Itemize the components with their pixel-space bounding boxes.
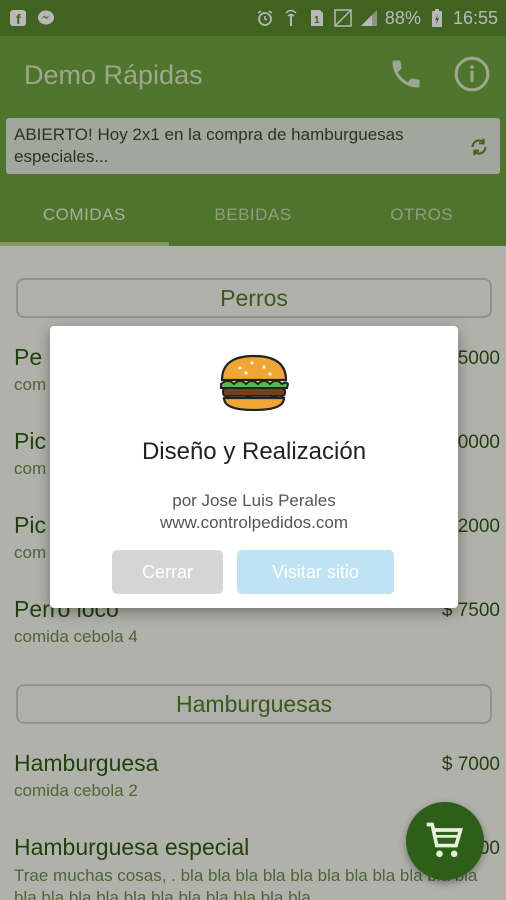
author-text: por Jose Luis Perales (172, 491, 336, 510)
close-button[interactable]: Cerrar (112, 550, 223, 594)
hamburger-icon (220, 354, 290, 412)
website-text: www.controlpedidos.com (159, 513, 349, 532)
about-dialog: Diseño y Realización por Jose Luis Peral… (50, 326, 458, 608)
cart-button[interactable] (406, 802, 484, 880)
cart-icon (426, 822, 464, 858)
dialog-body: por Jose Luis Perales www.controlpedidos… (50, 490, 458, 534)
visit-site-button[interactable]: Visitar sitio (237, 550, 394, 594)
dialog-title: Diseño y Realización (141, 438, 367, 465)
